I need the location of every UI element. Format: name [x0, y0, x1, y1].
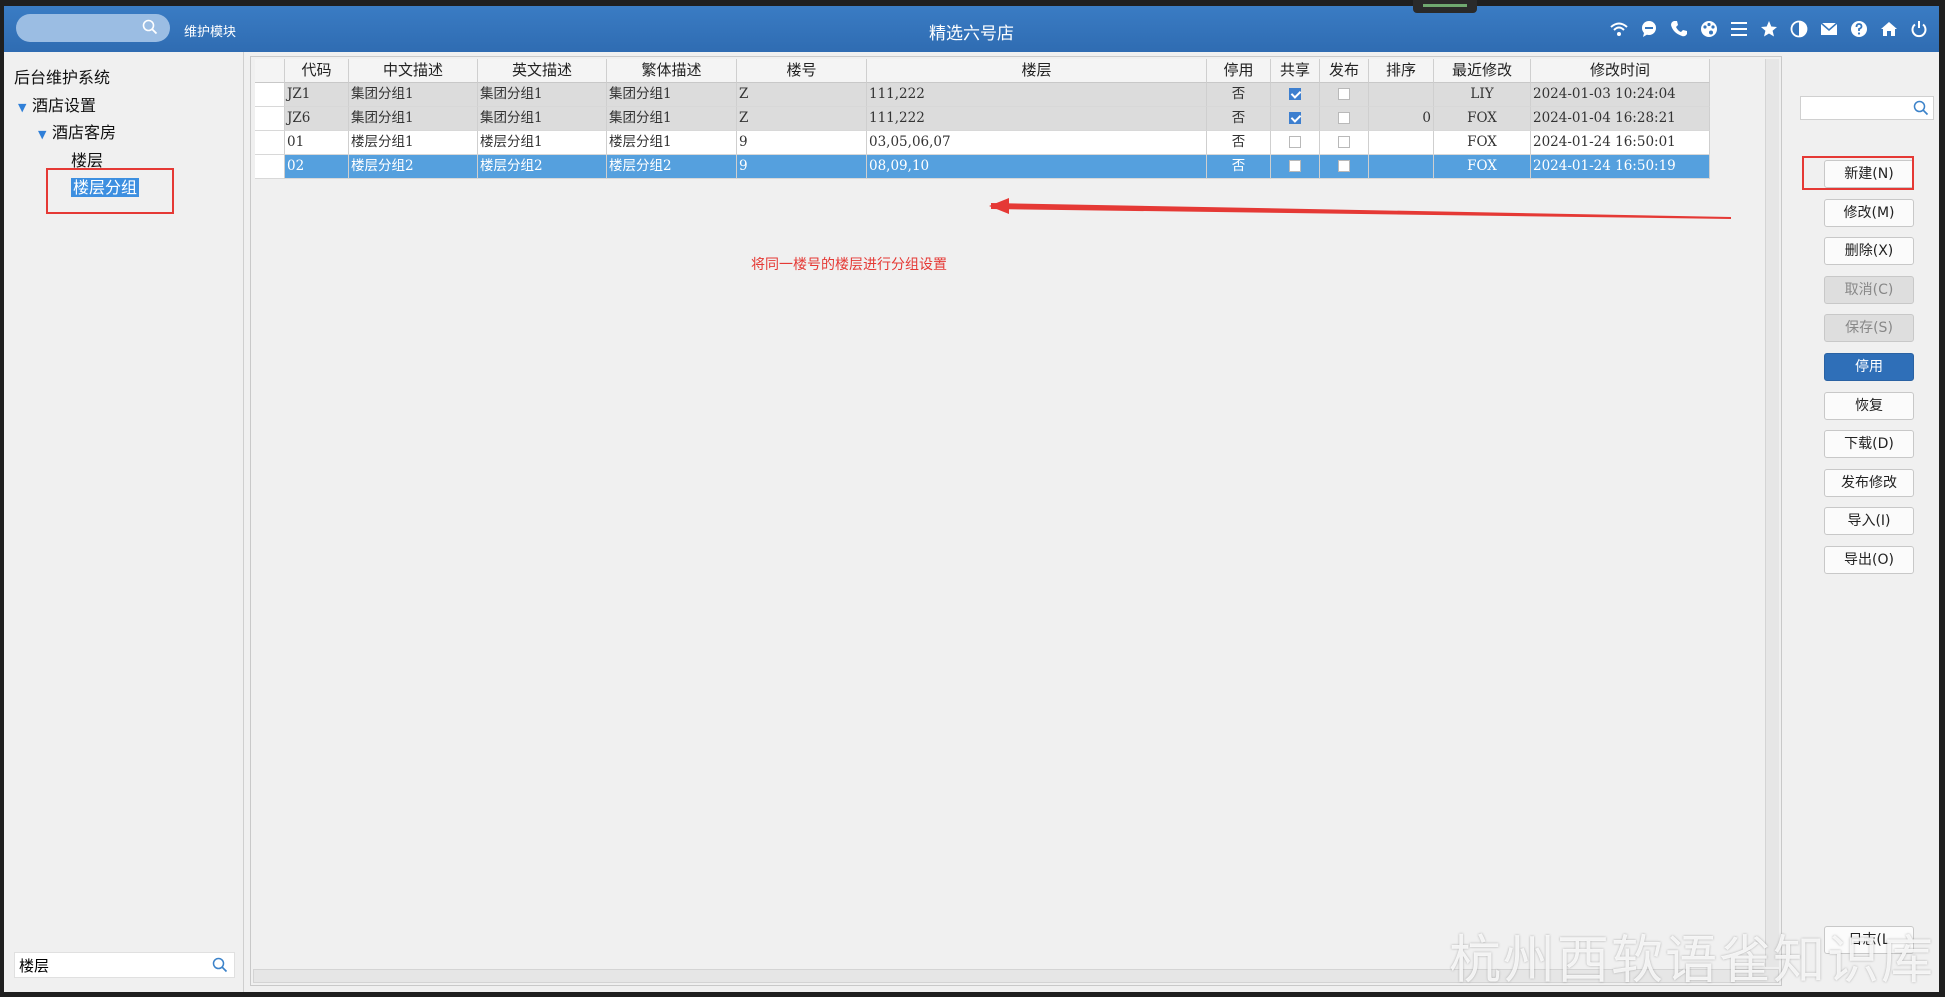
search-icon[interactable]: [1913, 100, 1929, 120]
disable-button[interactable]: 停用: [1824, 353, 1914, 381]
chat-icon[interactable]: [1636, 17, 1661, 41]
publish-button[interactable]: 发布修改: [1824, 469, 1914, 497]
restore-button[interactable]: 恢复: [1824, 392, 1914, 420]
contrast-icon[interactable]: [1786, 17, 1811, 41]
app-header: 维护模块 精选六号店: [4, 6, 1939, 52]
download-button[interactable]: 下载(D): [1824, 430, 1914, 458]
export-button[interactable]: 导出(O): [1824, 546, 1914, 574]
home-icon[interactable]: [1876, 17, 1901, 41]
palette-icon[interactable]: [1696, 17, 1721, 41]
tree-item-hotel-settings[interactable]: ▼ 酒店设置: [18, 92, 96, 116]
tree-search: [14, 952, 235, 978]
vertical-scrollbar[interactable]: [1765, 59, 1779, 967]
action-panel: 新建(N) 修改(M) 删除(X) 取消(C) 保存(S) 停用 恢复 下载(D…: [1790, 52, 1939, 992]
search-icon[interactable]: [212, 957, 228, 977]
nav-tree: 后台维护系统 ▼ 酒店设置 ▼ 酒店客房 楼层 楼层分组: [4, 52, 244, 992]
data-grid-area: 代码 中文描述 英文描述 繁体描述 楼号 楼层 停用 共享 发布 排序 最近修改 修改时间 JZ1 集团…: [250, 56, 1782, 986]
cancel-button[interactable]: 取消(C): [1824, 276, 1914, 304]
highlight-box-new: [1802, 156, 1914, 190]
mail-icon[interactable]: [1816, 17, 1841, 41]
tree-search-input[interactable]: [15, 953, 195, 977]
help-icon[interactable]: [1846, 17, 1871, 41]
window-notch: [1413, 0, 1477, 13]
annotation-arrow: [989, 198, 1731, 219]
modify-button[interactable]: 修改(M): [1824, 199, 1914, 227]
header-toolbar: [1606, 17, 1931, 41]
delete-button[interactable]: 删除(X): [1824, 237, 1914, 265]
annotation-note: 将同一楼号的楼层进行分组设置: [751, 257, 947, 273]
expand-arrow-icon[interactable]: ▼: [18, 101, 32, 114]
tree-item-hotel-rooms[interactable]: ▼ 酒店客房: [38, 119, 116, 143]
panel-search-input[interactable]: [1800, 96, 1934, 120]
import-button[interactable]: 导入(I): [1824, 507, 1914, 535]
tree-root[interactable]: 后台维护系统: [14, 64, 110, 88]
star-icon[interactable]: [1756, 17, 1781, 41]
wifi-icon[interactable]: [1606, 17, 1631, 41]
expand-arrow-icon[interactable]: ▼: [38, 128, 52, 141]
save-button[interactable]: 保存(S): [1824, 314, 1914, 342]
menu-icon[interactable]: [1726, 17, 1751, 41]
main-frame: 后台维护系统 ▼酒店设置 ▼酒店客房 楼层 楼层分组 代码中文描述英文描述繁体描…: [4, 52, 1939, 992]
highlight-box-tree: [46, 168, 174, 214]
power-icon[interactable]: [1906, 17, 1931, 41]
phone-icon[interactable]: [1666, 17, 1691, 41]
watermark-text: 杭州西软语雀知识库: [1448, 931, 1935, 991]
